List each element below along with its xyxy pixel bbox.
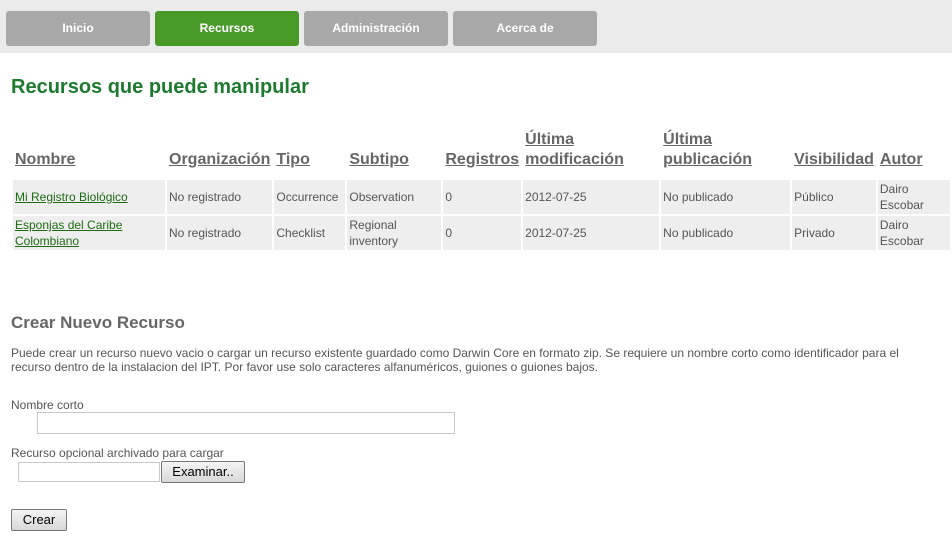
top-navigation-bar: Inicio Recursos Administración Acerca de (0, 0, 952, 53)
cell-author: Dairo Escobar (877, 216, 950, 250)
cell-modified: 2012-07-25 (523, 180, 660, 214)
cell-name: Mi Registro Biológico (13, 180, 165, 214)
column-header-autor[interactable]: Autor (878, 130, 950, 178)
cell-organization: No registrado (167, 216, 273, 250)
create-description: Puede crear un recurso nuevo vacio o car… (11, 346, 899, 374)
file-label: Recurso opcional archivado para cargar (11, 446, 224, 460)
table-row: Mi Registro Biológico No registrado Occu… (13, 180, 950, 214)
cell-visibility: Público (792, 180, 876, 214)
cell-author: Dairo Escobar (877, 180, 950, 214)
cell-published: No publicado (661, 216, 791, 250)
cell-published: No publicado (661, 180, 791, 214)
short-name-label: Nombre corto (11, 398, 84, 412)
cell-type: Occurrence (274, 180, 346, 214)
cell-organization: No registrado (167, 180, 273, 214)
resource-link[interactable]: Esponjas del Caribe Colombiano (15, 218, 122, 248)
cell-records: 0 (443, 180, 522, 214)
cell-records: 0 (443, 216, 522, 250)
column-header-nombre[interactable]: Nombre (13, 130, 165, 178)
column-header-registros[interactable]: Registros (443, 130, 521, 178)
create-button[interactable]: Crear (11, 509, 67, 531)
table-header-row: Nombre Organización Tipo Subtipo Registr… (13, 130, 950, 178)
table-row: Esponjas del Caribe Colombiano No regist… (13, 216, 950, 250)
page-title: Recursos que puede manipular (11, 76, 309, 98)
tab-recursos[interactable]: Recursos (155, 11, 299, 46)
column-header-visibilidad[interactable]: Visibilidad (792, 130, 876, 178)
column-header-tipo[interactable]: Tipo (274, 130, 345, 178)
tab-administracion[interactable]: Administración (304, 11, 448, 46)
cell-modified: 2012-07-25 (523, 216, 660, 250)
cell-name: Esponjas del Caribe Colombiano (13, 216, 165, 250)
cell-subtype: Regional inventory (347, 216, 442, 250)
column-header-ultima-publicacion[interactable]: Última publicación (661, 130, 790, 178)
column-header-subtipo[interactable]: Subtipo (347, 130, 441, 178)
cell-subtype: Observation (347, 180, 442, 214)
cell-visibility: Privado (792, 216, 876, 250)
column-header-organizacion[interactable]: Organización (167, 130, 272, 178)
tab-inicio[interactable]: Inicio (6, 11, 150, 46)
browse-button[interactable]: Examinar.. (161, 461, 245, 483)
column-header-ultima-modificacion[interactable]: Última modificación (523, 130, 659, 178)
file-path-input[interactable] (18, 462, 160, 482)
tab-acerca-de[interactable]: Acerca de (453, 11, 597, 46)
short-name-input[interactable] (37, 412, 455, 434)
resource-link[interactable]: Mi Registro Biológico (15, 190, 128, 204)
resources-table: Nombre Organización Tipo Subtipo Registr… (11, 128, 952, 252)
cell-type: Checklist (274, 216, 346, 250)
create-section-title: Crear Nuevo Recurso (11, 313, 185, 332)
